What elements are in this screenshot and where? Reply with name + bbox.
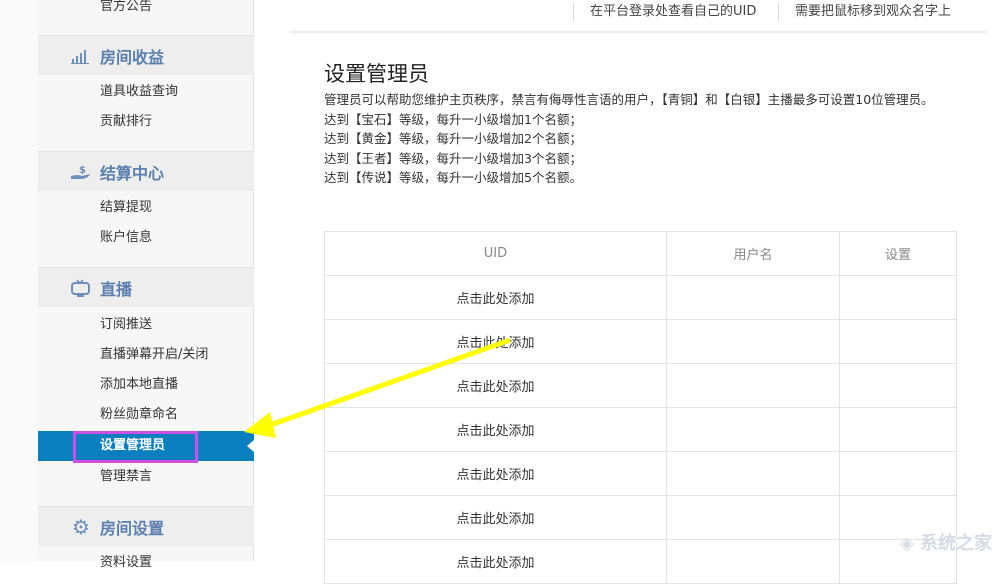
cell xyxy=(839,275,957,320)
sidebar-item-profile-settings[interactable]: 资料设置 xyxy=(38,548,254,578)
highlight-box xyxy=(73,431,198,463)
cell xyxy=(665,495,841,540)
cell xyxy=(839,363,957,408)
add-admin-cell[interactable]: 点击此处添加 xyxy=(324,495,667,540)
sidebar-item-contribution[interactable]: 贡献排行 xyxy=(38,107,254,137)
section-title: 直播 xyxy=(100,279,133,299)
add-admin-cell[interactable]: 点击此处添加 xyxy=(324,539,667,584)
desc-line: 达到【宝石】等级，每升一小级增加1个名额； xyxy=(324,111,582,127)
col-uid: UID xyxy=(324,231,667,276)
add-admin-cell[interactable]: 点击此处添加 xyxy=(324,275,667,320)
col-username: 用户名 xyxy=(665,231,841,276)
svg-text:$: $ xyxy=(79,165,86,176)
cell xyxy=(665,275,841,320)
add-admin-cell[interactable]: 点击此处添加 xyxy=(324,407,667,452)
cell xyxy=(665,407,841,452)
page-title: 设置管理员 xyxy=(324,62,429,86)
page-margin xyxy=(0,0,38,561)
col-settings: 设置 xyxy=(839,231,957,276)
desc-line: 达到【传说】等级，每升一小级增加5个名额。 xyxy=(324,170,582,185)
section-settlement[interactable]: $ 结算中心 xyxy=(38,151,254,191)
admin-table: UID 用户名 设置 点击此处添加 点击此处添加 点击此处添加 点击此处添加 点… xyxy=(324,231,957,584)
table-row: 点击此处添加 xyxy=(324,539,957,584)
table-row: 点击此处添加 xyxy=(324,275,957,320)
sidebar-item-announcement[interactable]: 官方公告 xyxy=(38,0,254,22)
cell xyxy=(665,319,841,364)
watermark-text: 系统之家 xyxy=(920,533,992,554)
sidebar-item-prop-income[interactable]: 道具收益查询 xyxy=(38,77,254,107)
section-room-settings[interactable]: ⚙ 房间设置 xyxy=(38,506,254,546)
money-hand-icon: $ xyxy=(70,164,92,180)
bar-chart-icon xyxy=(70,48,92,64)
sidebar-item-local-live[interactable]: 添加本地直播 xyxy=(38,370,254,400)
section-live[interactable]: 直播 xyxy=(38,267,254,307)
cell xyxy=(839,319,957,364)
sidebar-item-withdraw[interactable]: 结算提现 xyxy=(38,193,254,223)
add-admin-cell[interactable]: 点击此处添加 xyxy=(324,451,667,496)
cell xyxy=(839,451,957,496)
uid-tip: 在平台登录处查看自己的UID xyxy=(573,2,756,22)
table-row: 点击此处添加 xyxy=(324,319,957,364)
table-row: 点击此处添加 xyxy=(324,495,957,540)
table-row: 点击此处添加 xyxy=(324,363,957,408)
section-title: 结算中心 xyxy=(100,163,165,183)
desc-line: 管理员可以帮助您维护主页秩序，禁言有侮辱性言语的用户，【青铜】和【白银】主播最多… xyxy=(324,92,934,107)
sidebar-item-account-info[interactable]: 账户信息 xyxy=(38,223,254,253)
table-header: UID 用户名 设置 xyxy=(324,231,957,276)
add-admin-cell[interactable]: 点击此处添加 xyxy=(324,319,667,364)
desc-line: 达到【王者】等级，每升一小级增加3个名额； xyxy=(324,150,582,166)
sidebar-item-set-admin[interactable]: 设置管理员 xyxy=(38,431,254,463)
username-tip: 需要把鼠标移到观众名字上 xyxy=(778,2,951,22)
add-admin-cell[interactable]: 点击此处添加 xyxy=(324,363,667,408)
description: 管理员可以帮助您维护主页秩序，禁言有侮辱性言语的用户，【青铜】和【白银】主播最多… xyxy=(324,90,984,188)
desc-line: 达到【黄金】等级，每升一小级增加2个名额； xyxy=(324,131,582,146)
cell xyxy=(839,407,957,452)
sidebar-item-subscribe-push[interactable]: 订阅推送 xyxy=(38,310,254,340)
sidebar-item-danmaku-toggle[interactable]: 直播弹幕开启/关闭 xyxy=(38,340,254,370)
sidebar-item-fan-badge[interactable]: 粉丝勋章命名 xyxy=(38,400,254,430)
active-notch xyxy=(247,440,254,452)
table-row: 点击此处添加 xyxy=(324,407,957,452)
section-room-income[interactable]: 房间收益 xyxy=(38,35,254,75)
section-title: 房间收益 xyxy=(100,47,165,67)
cell xyxy=(665,363,841,408)
gear-icon: ⚙ xyxy=(72,514,90,539)
tips-bar: 在平台登录处查看自己的UID 需要把鼠标移到观众名字上 xyxy=(290,0,986,33)
sidebar-item-manage-mute[interactable]: 管理禁言 xyxy=(38,462,254,492)
cell xyxy=(665,451,841,496)
cell xyxy=(665,539,841,584)
section-title: 房间设置 xyxy=(100,518,165,538)
tv-icon xyxy=(70,278,92,297)
watermark-logo: ◈ 系统之家 xyxy=(899,533,992,554)
sidebar: 官方公告 房间收益 道具收益查询 贡献排行 $ 结算中心 结算提现 账户信息 直… xyxy=(38,0,254,570)
table-row: 点击此处添加 xyxy=(324,451,957,496)
